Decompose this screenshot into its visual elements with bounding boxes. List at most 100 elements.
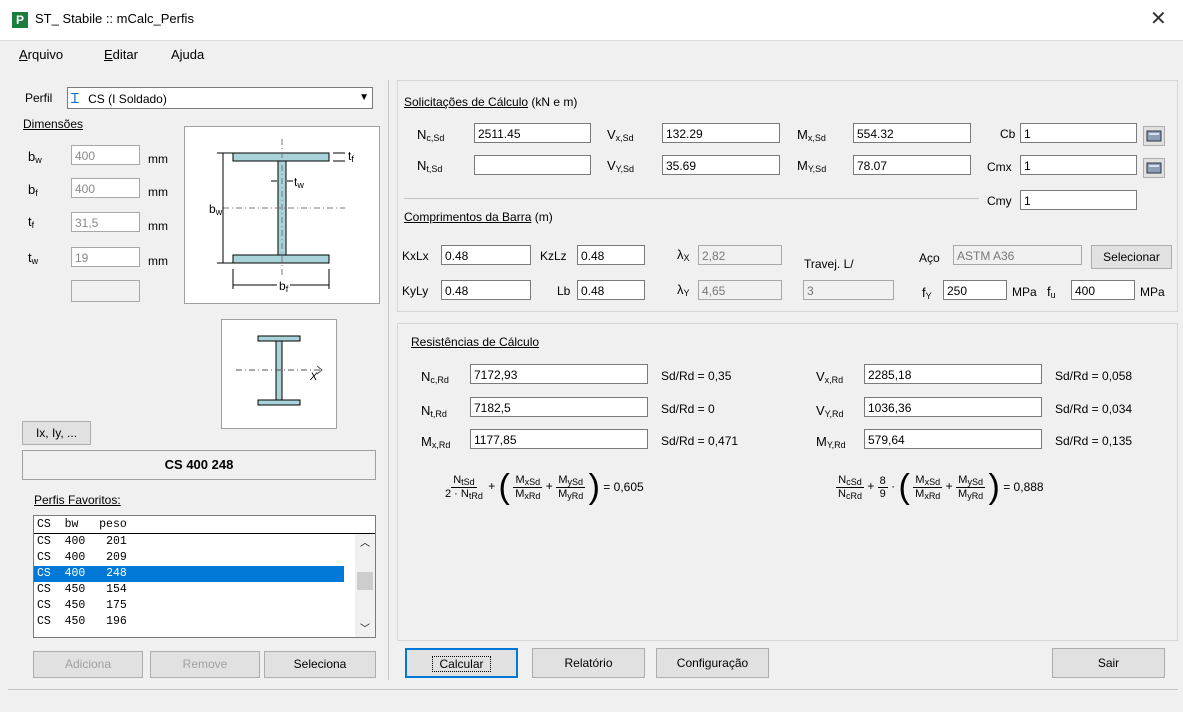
perfil-select[interactable]: Ɪ CS (I Soldado) ▼ xyxy=(67,87,373,109)
bw-input[interactable]: 400 xyxy=(71,145,140,165)
fu-unit: MPa xyxy=(1140,285,1165,299)
kxlx-input[interactable]: 0.48 xyxy=(441,245,531,265)
vxsd-input[interactable]: 132.29 xyxy=(662,123,780,143)
vxsd-label: Vx,Sd xyxy=(607,127,634,143)
perfil-value: CS (I Soldado) xyxy=(88,92,167,106)
favoritos-title: Perfis Favoritos: xyxy=(34,493,121,507)
myrd-label: MY,Rd xyxy=(816,434,846,450)
interaction-equation-1: NtSd 2 · NtRd + ( MxSd MxRd + MySd MyRd ) =… xyxy=(445,468,644,506)
scroll-thumb[interactable] xyxy=(357,572,373,590)
lambda-x-field: 2,82 xyxy=(698,245,782,265)
myrd-field: 579,64 xyxy=(864,429,1042,449)
ix-iy-button[interactable]: Ix, Iy, ... xyxy=(22,421,91,445)
relatorio-button[interactable]: Relatório xyxy=(532,648,645,678)
comprimentos-title: Comprimentos da Barra (m) xyxy=(404,210,553,224)
list-item[interactable]: CS 450 196 xyxy=(34,614,344,630)
calcular-button[interactable]: Calcular xyxy=(405,648,518,678)
mxrd-ratio: Sd/Rd = 0,471 xyxy=(661,434,739,448)
kyly-input[interactable]: 0.48 xyxy=(441,280,531,300)
favoritos-scrollbar[interactable]: ︿ ﹀ xyxy=(355,534,375,637)
ncsd-input[interactable]: 2511.45 xyxy=(474,123,591,143)
list-item[interactable]: CS 400 201 xyxy=(34,534,344,550)
cb-calculator-icon[interactable] xyxy=(1143,126,1165,146)
tw-unit: mm xyxy=(148,254,168,268)
perfil-label: Perfil xyxy=(25,91,53,105)
mxsd-input[interactable]: 554.32 xyxy=(853,123,971,143)
eq2-result: = 0,888 xyxy=(1003,480,1044,494)
scroll-down-icon[interactable]: ﹀ xyxy=(355,620,375,635)
bw-dim-label: bw xyxy=(209,202,223,217)
bf-input[interactable]: 400 xyxy=(71,178,140,198)
interaction-equation-2: NcSd NcRd + 89 · ( MxSd MxRd + MySd MyRd ) … xyxy=(836,468,1044,506)
selecionar-aco-button[interactable]: Selecionar xyxy=(1091,245,1172,269)
lambda-y-label: λY xyxy=(677,282,690,298)
menu-arquivo[interactable]: Arquivo xyxy=(19,47,63,62)
vxrd-label: Vx,Rd xyxy=(816,369,844,385)
menu-ajuda[interactable]: Ajuda xyxy=(171,47,204,62)
adiciona-button[interactable]: Adiciona xyxy=(33,651,143,678)
bw-label: bw xyxy=(28,149,42,165)
bf-unit: mm xyxy=(148,185,168,199)
fy-input[interactable]: 250 xyxy=(943,280,1007,300)
ntrd-label: Nt,Rd xyxy=(421,403,447,419)
vysd-label: VY,Sd xyxy=(607,158,635,174)
bf-dim-label: bf xyxy=(277,279,291,294)
configuracao-button[interactable]: Configuração xyxy=(656,648,769,678)
ntsd-label: Nt,Sd xyxy=(417,158,443,174)
vxrd-ratio: Sd/Rd = 0,058 xyxy=(1055,369,1133,383)
mxsd-label: Mx,Sd xyxy=(797,127,826,143)
mxrd-field: 1177,85 xyxy=(470,429,648,449)
lb-input[interactable]: 0.48 xyxy=(577,280,645,300)
myrd-ratio: Sd/Rd = 0,135 xyxy=(1055,434,1133,448)
favoritos-header: CS bw peso xyxy=(34,516,375,534)
cmx-label: Cmx xyxy=(987,160,1012,174)
vyrd-ratio: Sd/Rd = 0,034 xyxy=(1055,402,1133,416)
status-bar xyxy=(8,689,1178,712)
mysd-input[interactable]: 78.07 xyxy=(853,155,971,175)
remove-button[interactable]: Remove xyxy=(150,651,260,678)
solicitacoes-title: Solicitações de Cálculo (kN e m) xyxy=(404,95,578,109)
bw-unit: mm xyxy=(148,152,168,166)
vxrd-field: 2285,18 xyxy=(864,364,1042,384)
i-section-icon: Ɪ xyxy=(71,90,79,106)
seleciona-button[interactable]: Seleciona xyxy=(264,651,376,678)
scroll-up-icon[interactable]: ︿ xyxy=(355,534,375,549)
list-item[interactable]: CS 450 154 xyxy=(34,582,344,598)
ntsd-input[interactable] xyxy=(474,155,591,175)
section-drawing: bw bf tf tw xyxy=(184,126,380,304)
cmx-input[interactable]: 1 xyxy=(1020,155,1137,175)
ncrd-label: Nc,Rd xyxy=(421,369,449,385)
tf-label: tf xyxy=(28,214,35,230)
tw-dim-label: tw xyxy=(294,175,304,190)
sair-button[interactable]: Sair xyxy=(1052,648,1165,678)
fu-input[interactable]: 400 xyxy=(1071,280,1135,300)
lambda-y-field: 4,65 xyxy=(698,280,782,300)
fy-label: fY xyxy=(922,285,932,301)
kzlz-label: KzLz xyxy=(540,249,567,263)
panel-divider xyxy=(388,80,389,680)
eq1-result: = 0,605 xyxy=(603,480,644,494)
cmy-label: Cmy xyxy=(987,194,1012,208)
ncrd-ratio: Sd/Rd = 0,35 xyxy=(661,369,732,383)
list-item[interactable]: CS 400 209 xyxy=(34,550,344,566)
axis-x-label: X xyxy=(310,371,318,383)
vyrd-field: 1036,36 xyxy=(864,397,1042,417)
lb-label: Lb xyxy=(557,284,571,298)
vyrd-label: VY,Rd xyxy=(816,403,844,419)
favoritos-list[interactable]: CS bw peso CS 400 201 CS 400 209 CS 400 24… xyxy=(33,515,376,638)
vysd-input[interactable]: 35.69 xyxy=(662,155,780,175)
travej-input[interactable]: 3 xyxy=(803,280,894,300)
list-item[interactable]: CS 450 175 xyxy=(34,598,344,614)
cmy-input[interactable]: 1 xyxy=(1020,190,1137,210)
extra-field xyxy=(71,280,140,302)
tw-input[interactable]: 19 xyxy=(71,247,140,267)
kzlz-input[interactable]: 0.48 xyxy=(577,245,645,265)
cmx-calculator-icon[interactable] xyxy=(1143,158,1165,178)
list-item[interactable]: CS 400 248 xyxy=(34,566,344,582)
menu-editar[interactable]: Editar xyxy=(104,47,138,62)
fy-unit: MPa xyxy=(1012,285,1037,299)
close-icon[interactable]: ✕ xyxy=(1150,6,1167,31)
cb-input[interactable]: 1 xyxy=(1020,123,1137,143)
tf-input[interactable]: 31,5 xyxy=(71,212,140,232)
kxlx-label: KxLx xyxy=(402,249,429,263)
